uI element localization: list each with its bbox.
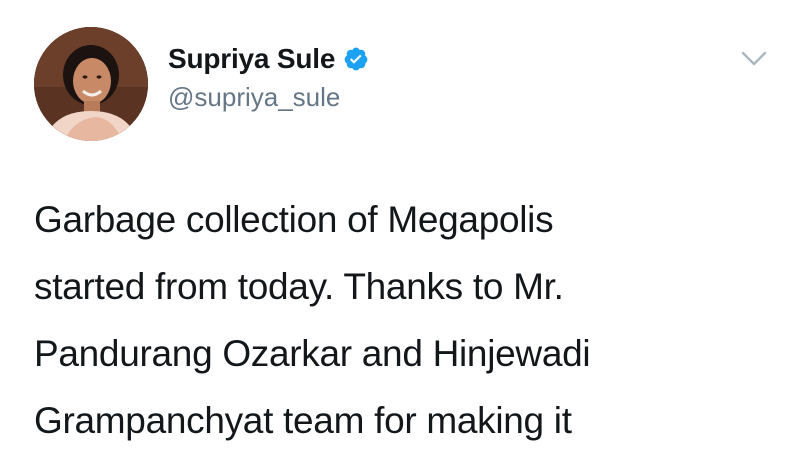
tweet-header: Supriya Sule @supriya_sule [168,42,369,113]
tweet-card: Supriya Sule @supriya_sule Garbage colle… [0,0,800,450]
verified-badge-icon [343,46,369,72]
tweet-text-line: Grampanchyat team for making it [34,400,572,441]
display-name[interactable]: Supriya Sule [168,43,335,75]
name-row: Supriya Sule [168,42,369,76]
tweet-text-line: Garbage collection of Megapolis [34,199,554,240]
tweet-text-line: Pandurang Ozarkar and Hinjewadi [34,333,591,374]
profile-photo-icon [34,27,148,141]
user-handle[interactable]: @supriya_sule [168,82,369,113]
avatar[interactable] [34,27,148,141]
tweet-text-line: started from today. Thanks to Mr. [34,266,564,307]
chevron-down-icon[interactable] [741,50,767,68]
tweet-text: Garbage collection of Megapolis started … [34,186,774,450]
